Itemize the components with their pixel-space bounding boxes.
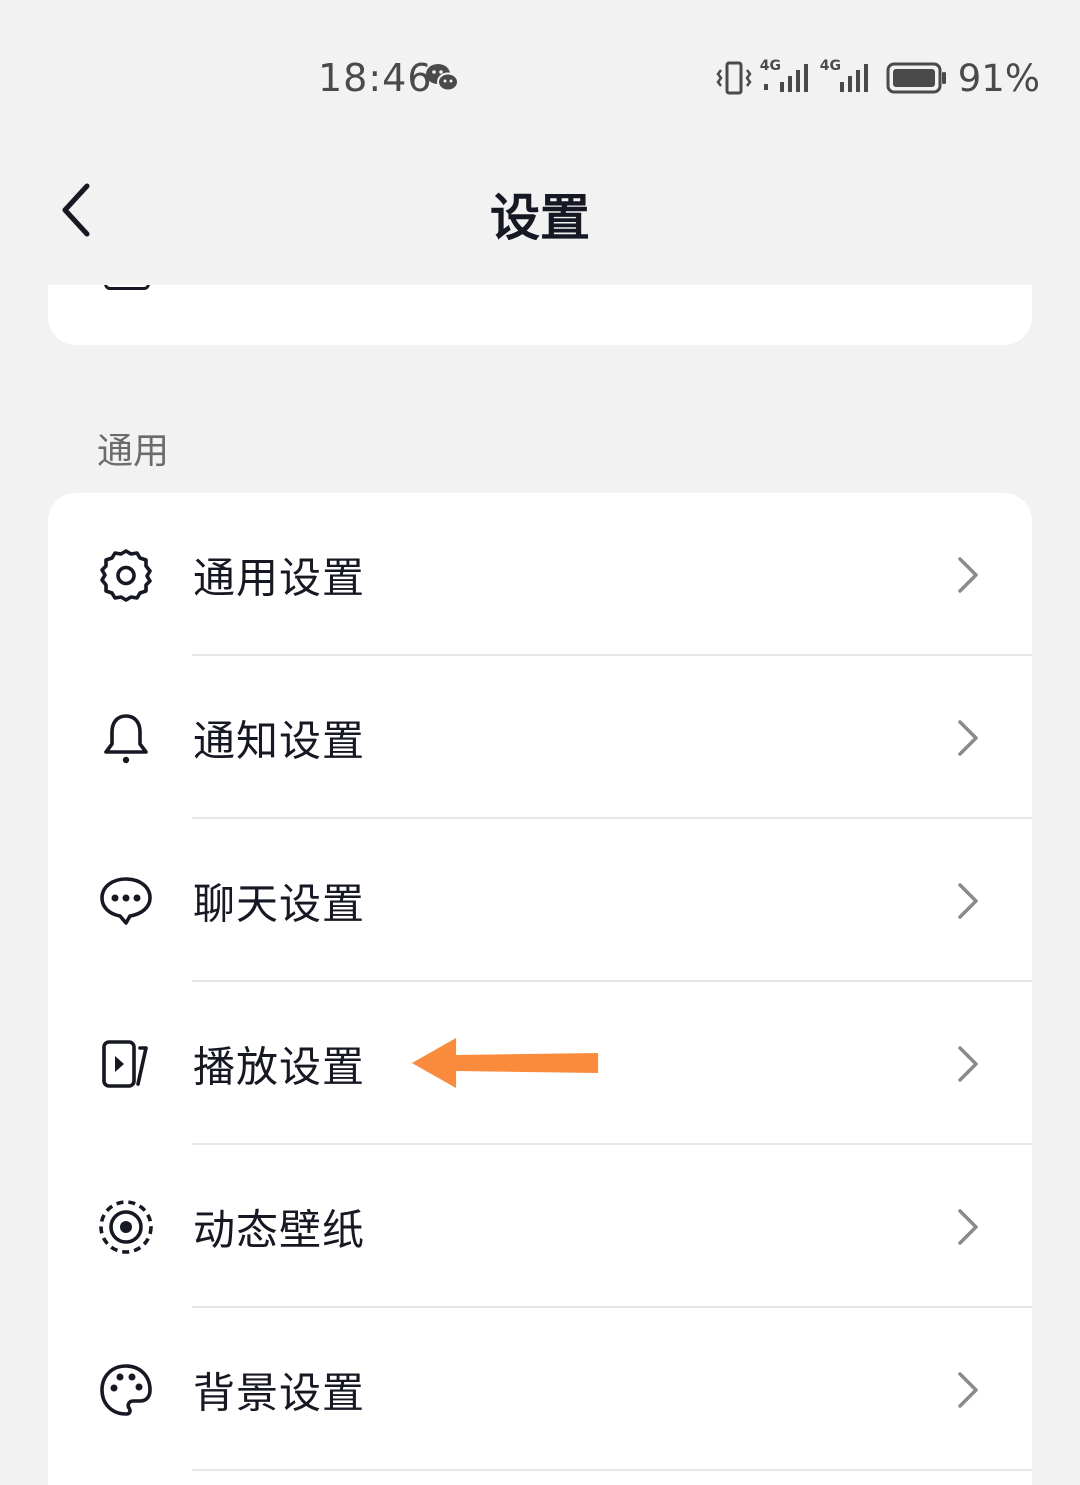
play-screen-icon — [102, 1039, 148, 1088]
gear-icon — [100, 548, 152, 602]
chevron-right-icon — [958, 719, 978, 756]
settings-item-live-wallpaper[interactable]: 动态壁纸 — [48, 1145, 1032, 1308]
signal-1: 4G — [760, 58, 814, 98]
settings-item-label: 通用设置 — [193, 553, 366, 602]
settings-item-chat[interactable]: 聊天设置 — [48, 819, 1032, 982]
settings-item-label: 播放设置 — [193, 1042, 366, 1091]
chevron-right-icon — [958, 556, 978, 593]
battery-percent: 91% — [957, 56, 1040, 100]
status-indicators: 4G 4G 91% — [714, 56, 1040, 100]
settings-list: 通用设置 通知设置 聊天设置 播放设置 动态壁纸 背景设置 — [48, 493, 1032, 1485]
wechat-icon — [426, 64, 459, 92]
chevron-right-icon — [958, 1371, 978, 1408]
settings-item-label: 动态壁纸 — [193, 1205, 366, 1254]
vibrate-icon — [716, 61, 752, 95]
chevron-right-icon — [958, 882, 978, 919]
settings-page: 18:46 4G 4G 91% 设置 通用 通用设置 通知设置 聊天设置 播放设… — [0, 0, 1080, 1485]
status-time: 18:46 — [318, 56, 433, 100]
section-header-general: 通用 — [97, 431, 170, 472]
settings-item-notifications[interactable]: 通知设置 — [48, 656, 1032, 819]
annotation-arrow-icon — [412, 1038, 598, 1088]
battery-icon — [886, 62, 946, 94]
signal-2: 4G — [820, 58, 874, 98]
previous-settings-card — [48, 285, 1032, 345]
page-title: 设置 — [490, 189, 590, 247]
settings-item-label: 聊天设置 — [193, 879, 366, 928]
nav-bar: 设置 — [0, 150, 1080, 270]
chat-bubble-icon — [100, 876, 152, 925]
clipped-icon — [104, 285, 150, 290]
settings-item-background[interactable]: 背景设置 — [48, 1308, 1032, 1471]
bell-icon — [104, 713, 148, 763]
chevron-right-icon — [958, 1045, 978, 1082]
signal-bars-1-icon — [763, 64, 808, 92]
divider — [192, 1469, 1032, 1471]
chevron-right-icon — [958, 1208, 978, 1245]
settings-item-label: 通知设置 — [193, 716, 366, 765]
palette-icon — [100, 1363, 152, 1416]
live-wallpaper-icon — [99, 1199, 153, 1254]
status-bar: 18:46 4G 4G 91% — [0, 0, 1080, 150]
settings-item-label: 背景设置 — [193, 1368, 366, 1417]
settings-item-general[interactable]: 通用设置 — [48, 493, 1032, 656]
signal-bars-2-icon — [839, 64, 868, 92]
